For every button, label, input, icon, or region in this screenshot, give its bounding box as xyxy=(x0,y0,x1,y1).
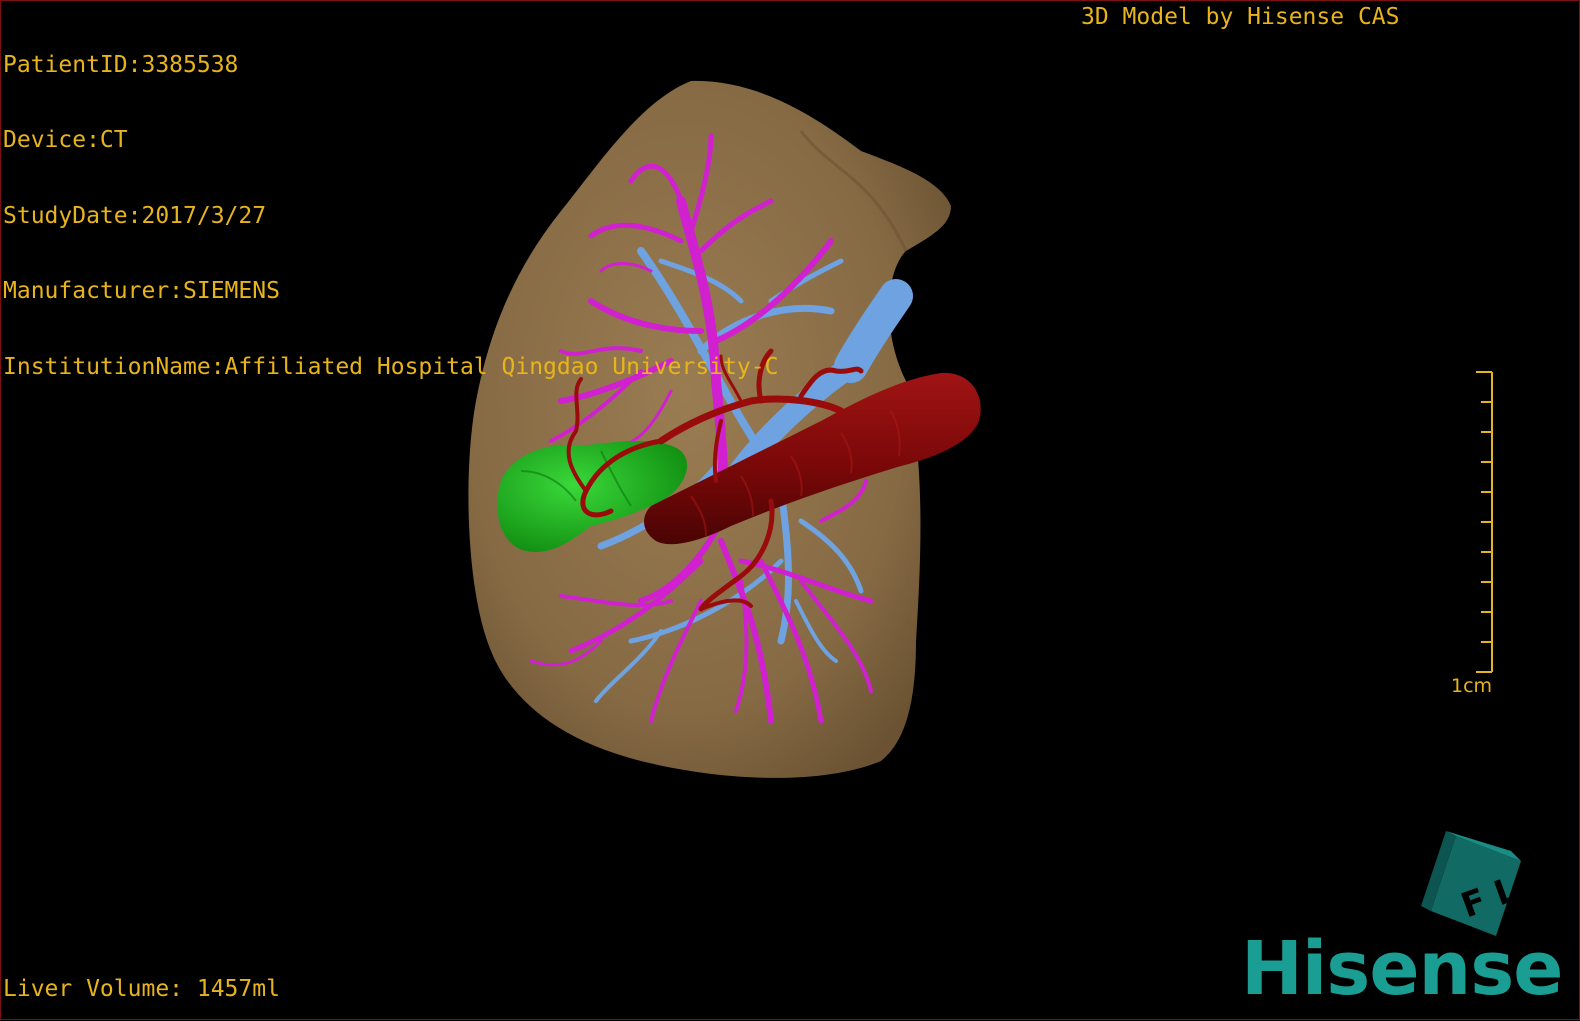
patient-info-overlay: PatientID:3385538 Device:CT StudyDate:20… xyxy=(3,3,778,430)
scale-bar xyxy=(1476,371,1493,673)
study-date: StudyDate:2017/3/27 xyxy=(3,202,267,229)
patient-id: PatientID:3385538 xyxy=(3,52,239,78)
hisense-logo: Hisense xyxy=(1241,926,1563,1012)
scale-label: 1cm xyxy=(1451,675,1493,697)
manufacturer: Manufacturer:SIEMENS xyxy=(3,278,280,305)
3d-viewport[interactable]: 1cm PatientID:3385538 Device:CT StudyDat… xyxy=(0,0,1580,1020)
liver-volume-label: Liver Volume: 1457ml xyxy=(3,976,280,1002)
institution-name: InstitutionName:Affiliated Hospital Qing… xyxy=(3,353,779,380)
model-brand-label: 3D Model by Hisense CAS xyxy=(1081,4,1400,30)
device: Device:CT xyxy=(3,127,128,154)
